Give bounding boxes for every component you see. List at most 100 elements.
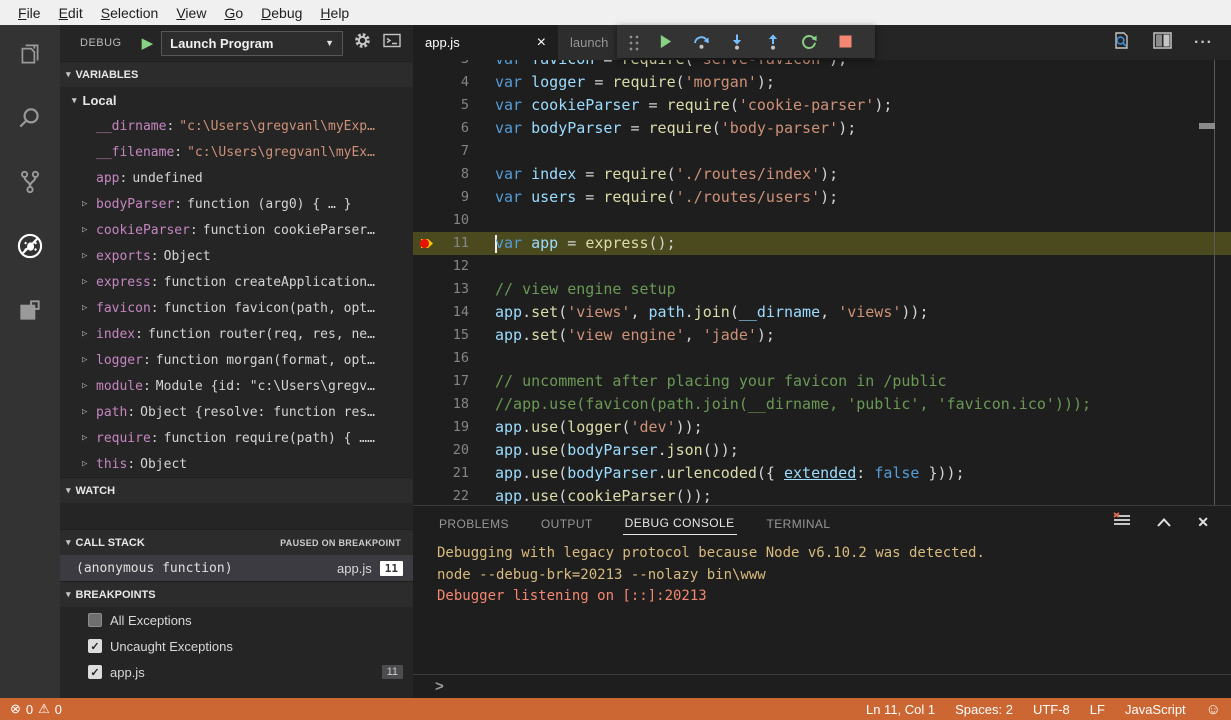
variable-row[interactable]: ▷logger:function morgan(format, opt…	[60, 347, 413, 373]
menu-go[interactable]: Go	[215, 3, 252, 23]
code-line[interactable]: 8var index = require('./routes/index');	[413, 163, 1231, 186]
variable-row[interactable]: app:undefined	[60, 165, 413, 191]
variable-row[interactable]: ▷bodyParser:function (arg0) { … }	[60, 191, 413, 217]
code-line[interactable]: 6var bodyParser = require('body-parser')…	[413, 117, 1231, 140]
open-console-icon[interactable]	[381, 33, 403, 53]
source-control-icon[interactable]	[15, 167, 45, 197]
code-line[interactable]: 16	[413, 347, 1231, 370]
expand-icon[interactable]: ▷	[82, 199, 96, 209]
configure-gear-icon[interactable]	[351, 32, 373, 54]
code-line[interactable]: 10	[413, 209, 1231, 232]
code-line[interactable]: 18//app.use(favicon(path.join(__dirname,…	[413, 393, 1231, 416]
clear-console-icon[interactable]	[1113, 512, 1131, 533]
panel-tab-problems[interactable]: PROBLEMS	[437, 511, 511, 535]
explorer-icon[interactable]	[15, 39, 45, 69]
panel-tab-output[interactable]: OUTPUT	[539, 511, 595, 535]
panel-tab-debug-console[interactable]: DEBUG CONSOLE	[623, 510, 737, 535]
menu-file[interactable]: File	[9, 3, 50, 23]
variable-row[interactable]: ▷express:function createApplication…	[60, 269, 413, 295]
breakpoints-section-header[interactable]: ▾ BREAKPOINTS	[60, 581, 413, 607]
menu-selection[interactable]: Selection	[92, 3, 168, 23]
expand-icon[interactable]: ▷	[82, 407, 96, 417]
menu-help[interactable]: Help	[311, 3, 358, 23]
search-icon[interactable]	[15, 103, 45, 133]
stack-frame-row[interactable]: (anonymous function) app.js 11	[60, 555, 413, 581]
debug-console-input[interactable]: >	[413, 674, 1231, 698]
breakpoint-checkbox[interactable]: ✓	[88, 639, 102, 653]
code-line[interactable]: 11var app = express();	[413, 232, 1231, 255]
code-line[interactable]: 4var logger = require('morgan');	[413, 71, 1231, 94]
code-line[interactable]: 22app.use(cookieParser());	[413, 485, 1231, 505]
status-javascript[interactable]: JavaScript	[1125, 702, 1186, 717]
panel-tab-terminal[interactable]: TERMINAL	[765, 511, 833, 535]
code-line[interactable]: 13// view engine setup	[413, 278, 1231, 301]
debug-icon[interactable]	[15, 231, 45, 261]
variable-row[interactable]: ▷cookieParser:function cookieParser…	[60, 217, 413, 243]
breakpoint-row[interactable]: ✓Uncaught Exceptions	[60, 633, 413, 659]
split-editor-icon[interactable]	[1153, 32, 1172, 54]
warning-count[interactable]: 0	[55, 702, 62, 717]
error-count[interactable]: 0	[26, 702, 33, 717]
code-line[interactable]: 15app.set('view engine', 'jade');	[413, 324, 1231, 347]
expand-icon[interactable]: ▷	[82, 355, 96, 365]
watch-section-header[interactable]: ▾ WATCH	[60, 477, 413, 503]
expand-icon[interactable]: ▷	[82, 381, 96, 391]
status-utf-8[interactable]: UTF-8	[1033, 702, 1070, 717]
errors-icon[interactable]: ⊗	[10, 701, 21, 717]
open-preview-icon[interactable]	[1111, 31, 1131, 55]
expand-icon[interactable]: ▷	[82, 251, 96, 261]
variables-section-header[interactable]: ▾ VARIABLES	[60, 61, 413, 87]
continue-button[interactable]	[649, 28, 681, 56]
debug-config-dropdown[interactable]: Launch Program ▼	[161, 31, 343, 56]
code-line[interactable]: 19app.use(logger('dev'));	[413, 416, 1231, 439]
variable-row[interactable]: ▷this:Object	[60, 451, 413, 477]
scope-local[interactable]: ▾ Local	[60, 87, 413, 113]
more-actions-icon[interactable]: ···	[1194, 34, 1213, 52]
start-debug-button[interactable]: ▶	[142, 34, 154, 52]
status-ln-11-col-1[interactable]: Ln 11, Col 1	[866, 702, 935, 717]
code-line[interactable]: 17// uncomment after placing your favico…	[413, 370, 1231, 393]
status-spaces-2[interactable]: Spaces: 2	[955, 702, 1013, 717]
menu-debug[interactable]: Debug	[252, 3, 311, 23]
code-line[interactable]: 3var favicon = require('serve-favicon');	[413, 60, 1231, 71]
code-line[interactable]: 20app.use(bodyParser.json());	[413, 439, 1231, 462]
extensions-icon[interactable]	[15, 295, 45, 325]
breakpoint-row[interactable]: ✓app.js11	[60, 659, 413, 685]
status-lf[interactable]: LF	[1090, 702, 1105, 717]
variable-row[interactable]: __filename:"c:\Users\gregvanl\myEx…	[60, 139, 413, 165]
breakpoint-row[interactable]: All Exceptions	[60, 607, 413, 633]
restart-button[interactable]	[793, 28, 825, 56]
drag-grip-icon[interactable]	[627, 33, 641, 51]
breakpoint-checkbox[interactable]	[88, 613, 102, 627]
code-line[interactable]: 5var cookieParser = require('cookie-pars…	[413, 94, 1231, 117]
variable-row[interactable]: ▷index:function router(req, res, ne…	[60, 321, 413, 347]
variable-row[interactable]: ▷path:Object {resolve: function res…	[60, 399, 413, 425]
expand-icon[interactable]: ▷	[82, 277, 96, 287]
code-line[interactable]: 12	[413, 255, 1231, 278]
code-line[interactable]: 9var users = require('./routes/users');	[413, 186, 1231, 209]
step-out-button[interactable]	[757, 28, 789, 56]
code-editor[interactable]: 3var favicon = require('serve-favicon');…	[413, 60, 1231, 505]
variable-row[interactable]: ▷favicon:function favicon(path, opt…	[60, 295, 413, 321]
code-line[interactable]: 7	[413, 140, 1231, 163]
warnings-icon[interactable]: ⚠	[38, 701, 50, 717]
breakpoint-current-icon[interactable]	[413, 236, 439, 251]
editor-scrollbar[interactable]	[1214, 60, 1215, 505]
variable-row[interactable]: __dirname:"c:\Users\gregvanl\myExp…	[60, 113, 413, 139]
maximize-panel-icon[interactable]	[1157, 514, 1171, 532]
expand-icon[interactable]: ▷	[82, 329, 96, 339]
code-line[interactable]: 21app.use(bodyParser.urlencoded({ extend…	[413, 462, 1231, 485]
step-over-button[interactable]	[685, 28, 717, 56]
menu-view[interactable]: View	[167, 3, 215, 23]
feedback-smiley-icon[interactable]: ☺	[1206, 701, 1221, 718]
close-panel-icon[interactable]: ✕	[1197, 514, 1209, 531]
menu-edit[interactable]: Edit	[50, 3, 92, 23]
expand-icon[interactable]: ▷	[82, 433, 96, 443]
variable-row[interactable]: ▷module:Module {id: "c:\Users\gregv…	[60, 373, 413, 399]
variable-row[interactable]: ▷require:function require(path) { ……	[60, 425, 413, 451]
expand-icon[interactable]: ▷	[82, 225, 96, 235]
variable-row[interactable]: ▷exports:Object	[60, 243, 413, 269]
code-line[interactable]: 14app.set('views', path.join(__dirname, …	[413, 301, 1231, 324]
breakpoint-checkbox[interactable]: ✓	[88, 665, 102, 679]
expand-icon[interactable]: ▷	[82, 459, 96, 469]
